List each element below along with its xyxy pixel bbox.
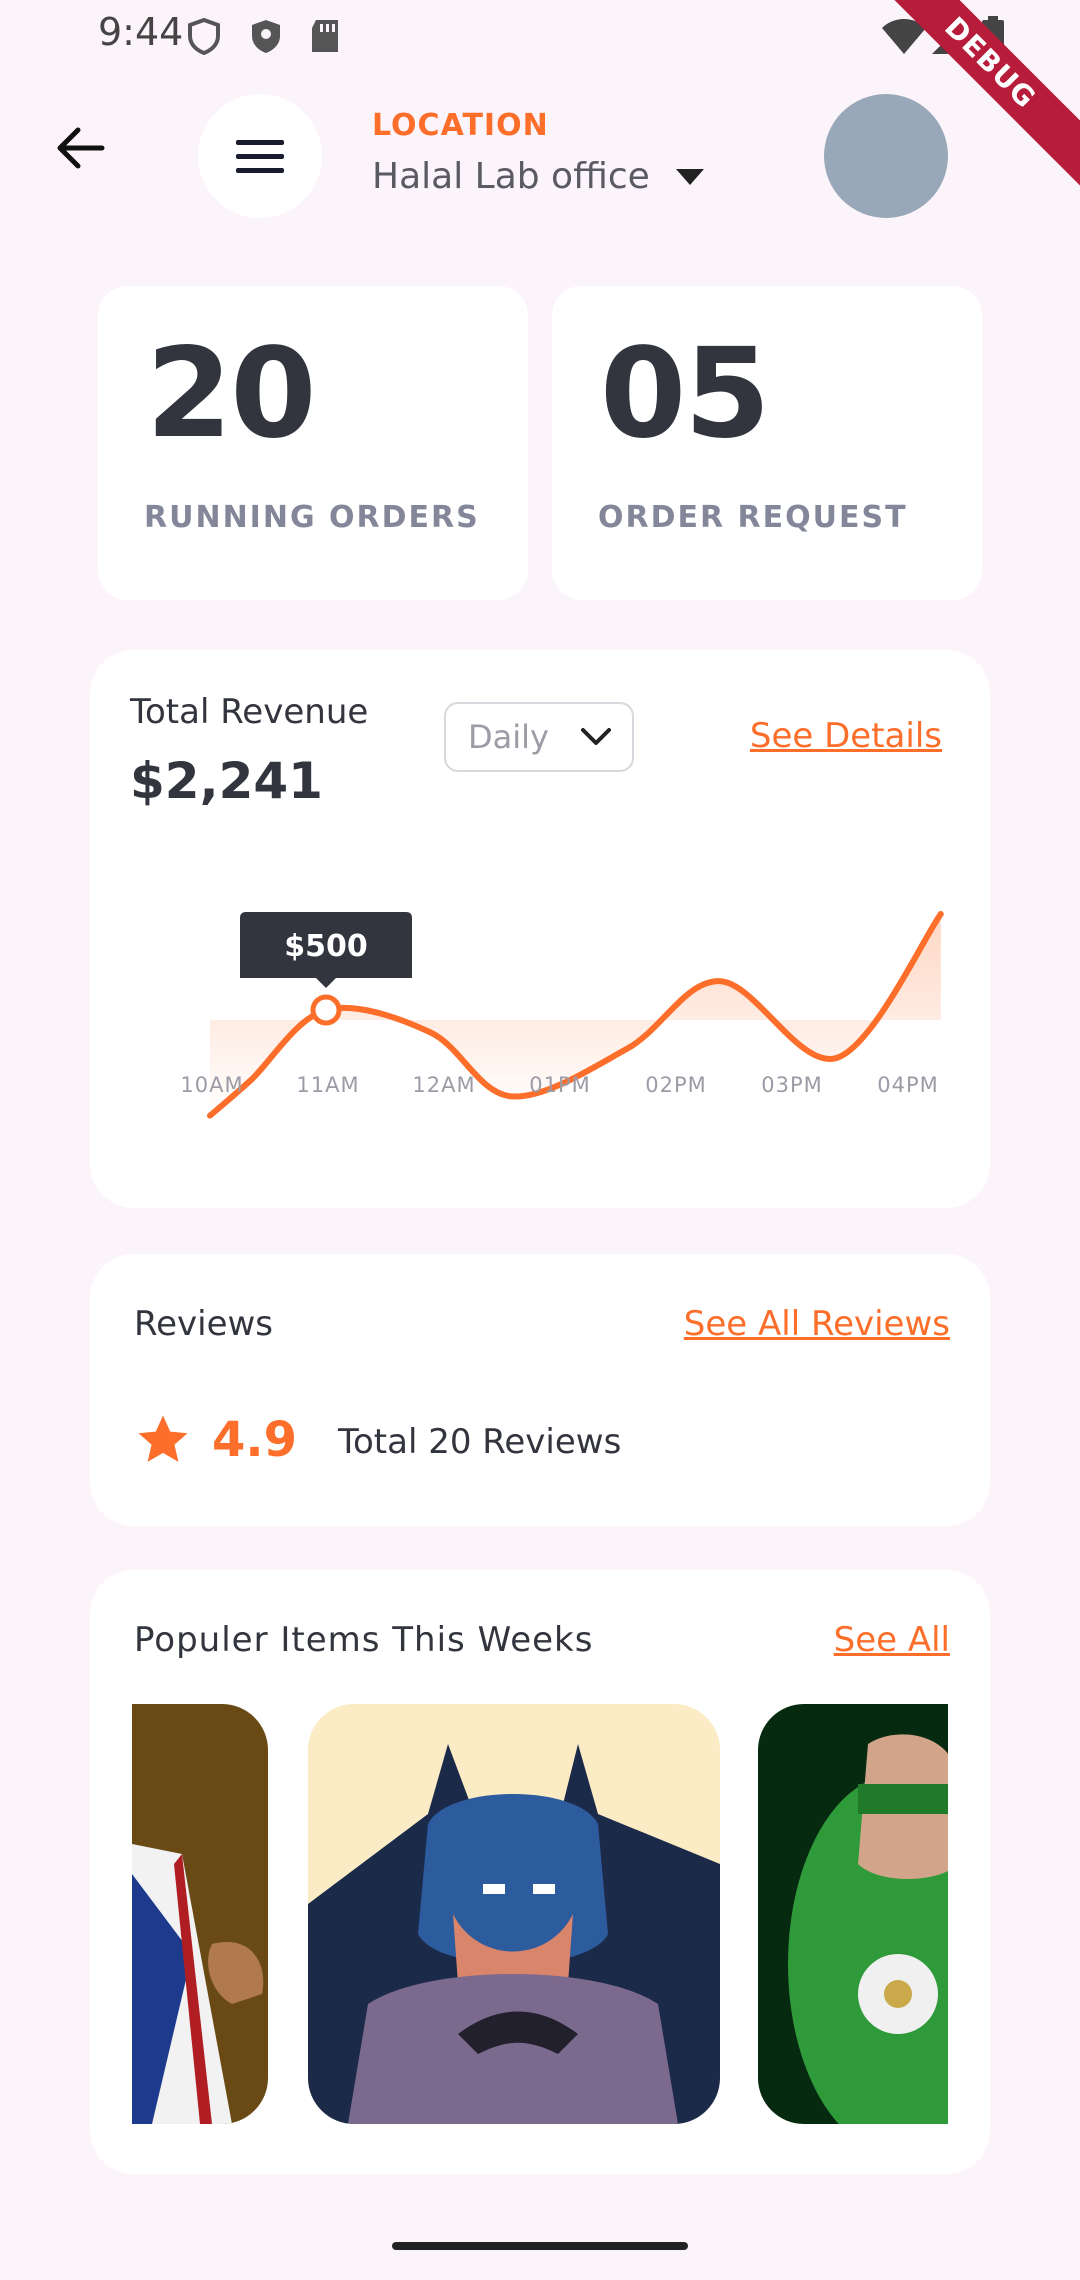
- tooltip-value: $500: [284, 929, 368, 964]
- x-tick-label: 02PM: [645, 1073, 707, 1097]
- revenue-title: Total Revenue: [130, 692, 369, 732]
- x-tick-label: 12AM: [412, 1073, 475, 1097]
- period-value: Daily: [468, 718, 549, 756]
- avatar[interactable]: [824, 94, 948, 218]
- location-label: LOCATION: [372, 108, 549, 143]
- highlight-point[interactable]: [310, 994, 342, 1026]
- revenue-chart: $500 10AM 11AM 12AM 01PM 02PM 03PM 04PM: [180, 911, 944, 1119]
- shield-filled-icon: [252, 20, 280, 53]
- x-tick-label: 03PM: [761, 1073, 823, 1097]
- period-dropdown[interactable]: Daily: [444, 702, 634, 772]
- running-orders-label: RUNNING ORDERS: [144, 500, 480, 535]
- revenue-amount: $2,241: [130, 752, 323, 810]
- chevron-down-icon: [581, 728, 611, 745]
- shield-outline-icon: [188, 17, 220, 56]
- popular-items-card: Populer Items This Weeks See All: [90, 1570, 990, 2174]
- running-orders-count: 20: [146, 322, 317, 466]
- location-value: Halal Lab office: [372, 156, 650, 197]
- x-tick-label: 11AM: [296, 1073, 359, 1097]
- x-tick-label: 04PM: [877, 1073, 939, 1097]
- see-all-link[interactable]: See All: [834, 1620, 950, 1660]
- hamburger-icon: [236, 140, 284, 173]
- popular-item-green-lantern[interactable]: [758, 1704, 948, 2124]
- order-request-card[interactable]: 05 ORDER REQUEST: [552, 286, 982, 600]
- running-orders-card[interactable]: 20 RUNNING ORDERS: [98, 286, 528, 600]
- revenue-card: Total Revenue $2,241 Daily See Details $…: [90, 650, 990, 1208]
- popular-items-carousel[interactable]: [132, 1704, 948, 2124]
- popular-item-superhero[interactable]: [132, 1704, 268, 2124]
- back-arrow-icon[interactable]: [50, 118, 110, 178]
- reviews-card: Reviews See All Reviews 4.9 Total 20 Rev…: [90, 1254, 990, 1526]
- see-all-reviews-link[interactable]: See All Reviews: [684, 1304, 950, 1344]
- popular-items-title: Populer Items This Weeks: [134, 1620, 594, 1660]
- home-indicator[interactable]: [392, 2242, 688, 2250]
- sd-card-icon: [312, 20, 338, 52]
- x-tick-label: 01PM: [529, 1073, 591, 1097]
- total-reviews: Total 20 Reviews: [338, 1422, 622, 1462]
- order-request-count: 05: [600, 322, 771, 466]
- star-icon: [138, 1415, 188, 1462]
- reviews-title: Reviews: [134, 1304, 274, 1344]
- x-tick-label: 10AM: [180, 1073, 243, 1097]
- menu-button[interactable]: [198, 94, 322, 218]
- caret-down-icon: [675, 168, 704, 185]
- status-time: 9:44: [98, 10, 184, 54]
- see-details-link[interactable]: See Details: [750, 716, 942, 756]
- popular-item-batman[interactable]: [308, 1704, 720, 2124]
- location-selector[interactable]: Halal Lab office: [372, 156, 704, 197]
- rating-value: 4.9: [212, 1412, 298, 1468]
- order-request-label: ORDER REQUEST: [598, 500, 908, 535]
